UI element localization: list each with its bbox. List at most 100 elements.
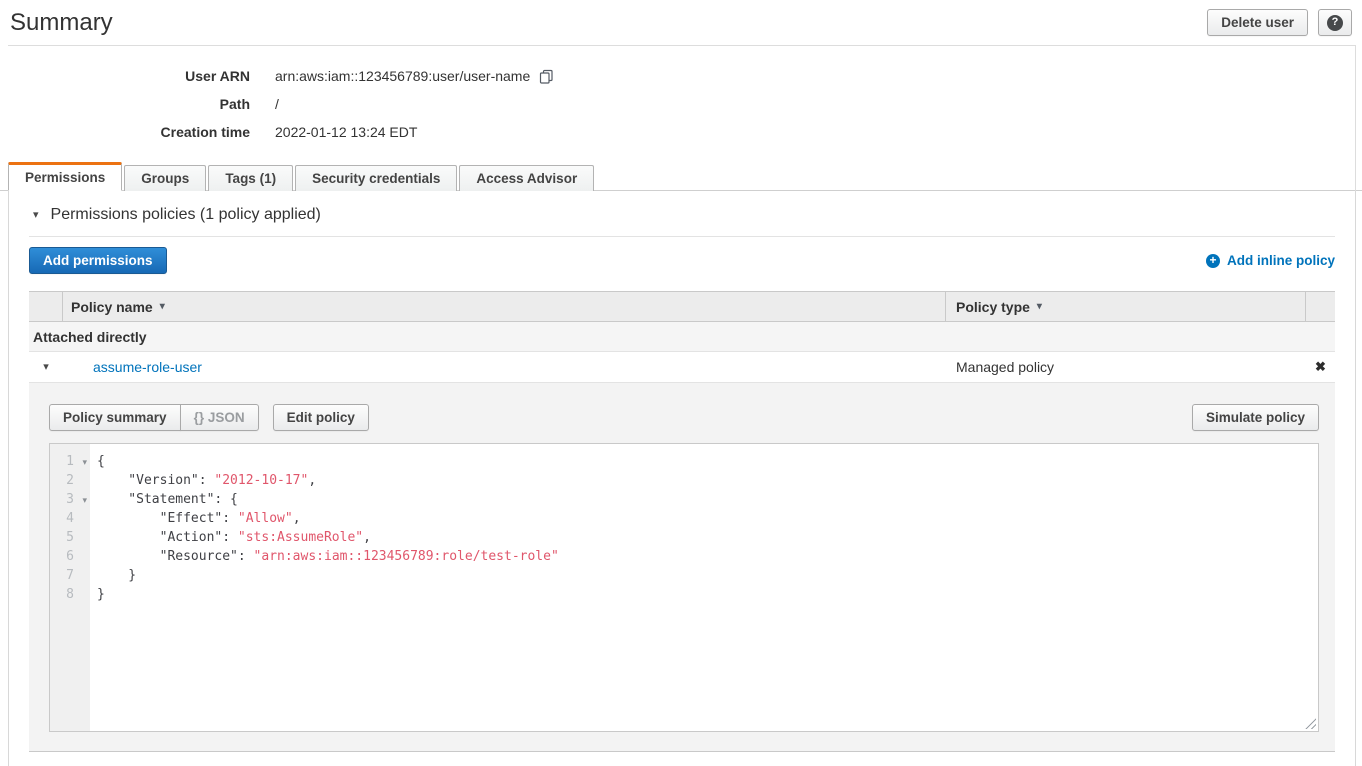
code-line: "Resource": "arn:aws:iam::123456789:role… [97, 547, 559, 566]
permissions-policies-section-toggle[interactable]: ▾ Permissions policies (1 policy applied… [9, 191, 1355, 236]
tab-tags[interactable]: Tags (1) [208, 165, 293, 191]
editor-gutter: 1▾23▾45678 [50, 444, 90, 731]
detail-label: Creation time [0, 124, 250, 140]
code-line: } [97, 566, 559, 585]
policy-summary-button[interactable]: Policy summary [49, 404, 181, 431]
detail-label: User ARN [0, 68, 250, 84]
attached-directly-group-row: Attached directly [29, 322, 1335, 352]
code-token-plain: , [293, 511, 301, 526]
expanded-policy-detail: Policy summary {} JSON Edit policy Simul… [29, 383, 1335, 752]
page-title: Summary [10, 9, 1207, 37]
section-divider [29, 236, 1335, 237]
permissions-tab-panel: ▾ Permissions policies (1 policy applied… [8, 191, 1356, 766]
gutter-line-number: 3▾ [50, 490, 90, 509]
gutter-line-number: 8 [50, 585, 90, 604]
policy-name-column-header[interactable]: Policy name ▾ [63, 292, 946, 321]
policy-type-cell: Managed policy [946, 359, 1306, 375]
code-token-plain: , [363, 530, 371, 545]
policy-type-header-label: Policy type [956, 299, 1030, 315]
row-expander[interactable]: ▾ [29, 362, 63, 373]
add-permissions-button[interactable]: Add permissions [29, 247, 167, 274]
code-line: "Statement": { [97, 490, 559, 509]
copy-icon[interactable] [539, 69, 554, 84]
gutter-line-number: 4 [50, 509, 90, 528]
policy-view-buttons: Policy summary {} JSON Edit policy Simul… [49, 404, 1319, 431]
code-token-plain: "Statement": { [97, 492, 238, 507]
policy-table-row: ▾ assume-role-user Managed policy ✖ [29, 352, 1335, 383]
code-line: "Action": "sts:AssumeRole", [97, 528, 559, 547]
code-token-plain: } [97, 587, 105, 602]
path-value: / [275, 96, 279, 112]
sort-arrow-icon: ▾ [1037, 301, 1042, 312]
tab-access-advisor[interactable]: Access Advisor [459, 165, 594, 191]
expander-triangle-icon: ▾ [43, 362, 49, 373]
policy-name-cell: assume-role-user [63, 359, 946, 375]
policy-name-header-label: Policy name [71, 299, 153, 315]
tab-groups[interactable]: Groups [124, 165, 206, 191]
fold-arrow-icon[interactable]: ▾ [82, 491, 87, 510]
code-token-plain: , [308, 473, 316, 488]
section-title: Permissions policies (1 policy applied) [51, 206, 321, 224]
code-token-string: "Allow" [238, 511, 293, 526]
policy-json-editor[interactable]: 1▾23▾45678 { "Version": "2012-10-17", "S… [49, 443, 1319, 732]
page-header: Summary Delete user ? [0, 0, 1362, 45]
sort-arrow-icon: ▾ [160, 301, 165, 312]
help-icon: ? [1327, 15, 1343, 31]
table-header-row: Policy name ▾ Policy type ▾ [29, 291, 1335, 322]
fold-arrow-icon[interactable]: ▾ [82, 453, 87, 472]
creation-time-value: 2022-01-12 13:24 EDT [275, 124, 417, 140]
edit-policy-button[interactable]: Edit policy [273, 404, 369, 431]
code-token-plain: "Resource": [97, 549, 254, 564]
policy-name-link[interactable]: assume-role-user [93, 359, 202, 375]
detail-value: arn:aws:iam::123456789:user/user-name [275, 68, 554, 84]
detach-policy-icon[interactable]: ✖ [1315, 359, 1326, 375]
code-token-plain: { [97, 454, 105, 469]
iam-user-summary-page: Summary Delete user ? User ARN arn:aws:i… [0, 0, 1362, 766]
code-line: "Version": "2012-10-17", [97, 471, 559, 490]
policy-view-toggle-group: Policy summary {} JSON [49, 404, 259, 431]
user-details: User ARN arn:aws:iam::123456789:user/use… [0, 62, 1362, 146]
help-button[interactable]: ? [1318, 9, 1352, 36]
editor-code: { "Version": "2012-10-17", "Statement": … [97, 452, 559, 604]
code-token-string: "2012-10-17" [214, 473, 308, 488]
collapse-triangle-icon: ▾ [33, 210, 39, 221]
actions-column-header [1306, 292, 1335, 321]
expander-column-header [29, 292, 63, 321]
gutter-line-number: 6 [50, 547, 90, 566]
editor-resize-handle[interactable] [1305, 718, 1316, 729]
gutter-line-number: 7 [50, 566, 90, 585]
code-token-plain: } [97, 568, 136, 583]
policy-type-column-header[interactable]: Policy type ▾ [946, 292, 1306, 321]
detail-row-user-arn: User ARN arn:aws:iam::123456789:user/use… [0, 62, 1362, 90]
add-inline-policy-label: Add inline policy [1227, 253, 1335, 268]
policies-table: Policy name ▾ Policy type ▾ Attached dir… [29, 291, 1335, 752]
code-line: } [97, 585, 559, 604]
code-token-plain: "Action": [97, 530, 238, 545]
detail-label: Path [0, 96, 250, 112]
delete-user-button[interactable]: Delete user [1207, 9, 1308, 36]
detail-row-path: Path / [0, 90, 1362, 118]
tab-bar: Permissions Groups Tags (1) Security cre… [0, 162, 1362, 191]
tab-security-credentials[interactable]: Security credentials [295, 165, 457, 191]
simulate-policy-button[interactable]: Simulate policy [1192, 404, 1319, 431]
policy-actions-row: Add permissions + Add inline policy [29, 247, 1335, 274]
code-line: "Effect": "Allow", [97, 509, 559, 528]
code-token-plain: "Effect": [97, 511, 238, 526]
plus-circle-icon: + [1206, 254, 1220, 268]
user-arn-value: arn:aws:iam::123456789:user/user-name [275, 68, 530, 84]
add-inline-policy-link[interactable]: + Add inline policy [1206, 253, 1335, 268]
group-label: Attached directly [33, 329, 147, 345]
detail-row-creation-time: Creation time 2022-01-12 13:24 EDT [0, 118, 1362, 146]
header-actions: Delete user ? [1207, 9, 1352, 36]
code-token-string: "arn:aws:iam::123456789:role/test-role" [254, 549, 559, 564]
code-token-string: "sts:AssumeRole" [238, 530, 363, 545]
gutter-line-number: 2 [50, 471, 90, 490]
header-divider [8, 45, 1356, 46]
code-token-plain: "Version": [97, 473, 214, 488]
json-view-button[interactable]: {} JSON [180, 404, 259, 431]
gutter-line-number: 5 [50, 528, 90, 547]
code-line: { [97, 452, 559, 471]
gutter-line-number: 1▾ [50, 452, 90, 471]
tab-permissions[interactable]: Permissions [8, 162, 122, 191]
policy-actions-cell: ✖ [1306, 359, 1335, 375]
